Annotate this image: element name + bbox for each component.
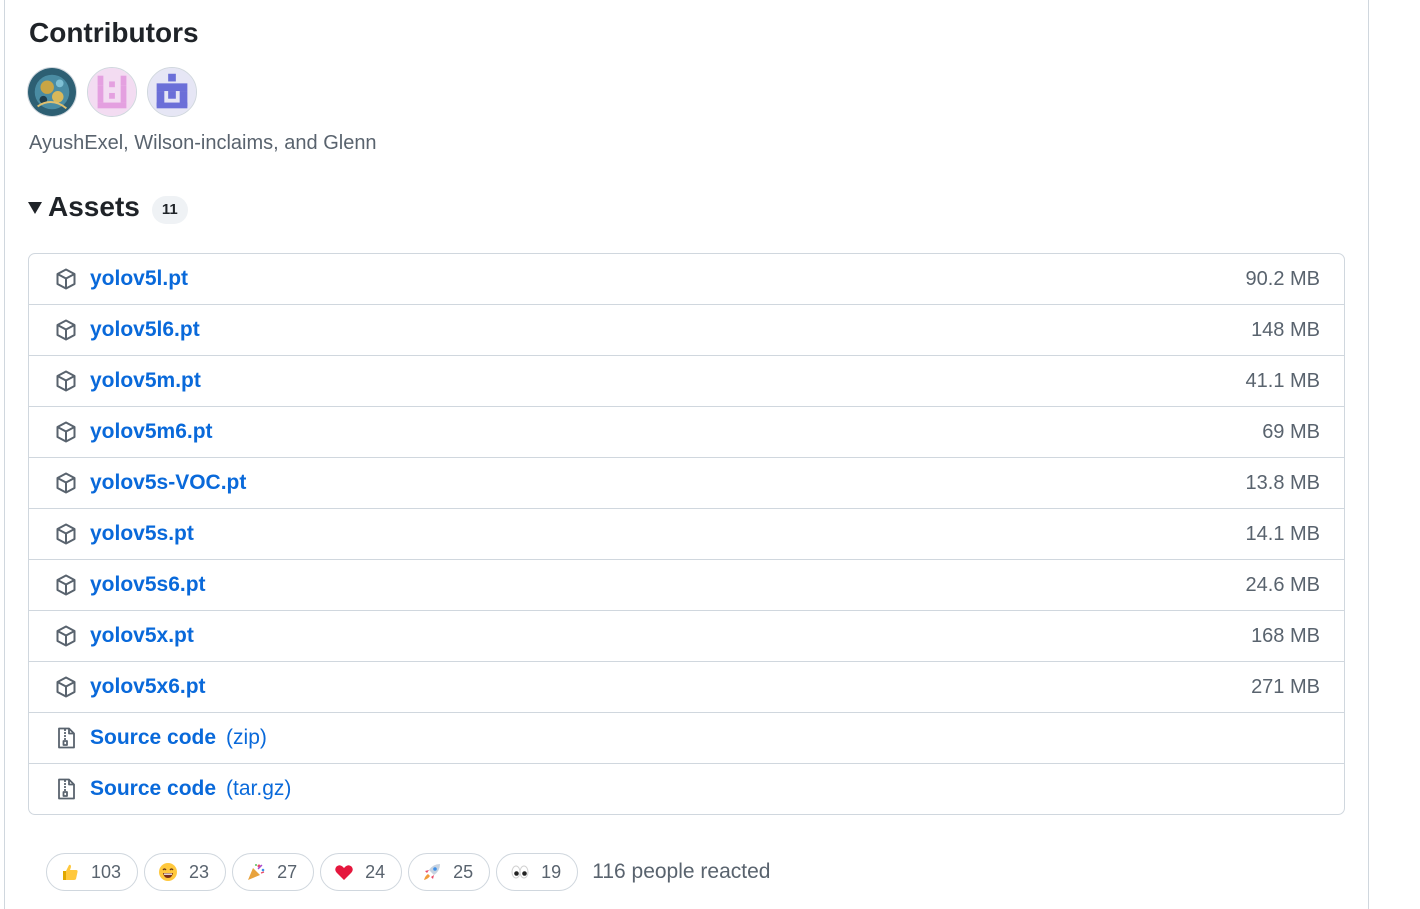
asset-name: yolov5l6.pt <box>90 318 200 341</box>
reaction-count: 19 <box>541 861 562 882</box>
assets-count-badge: 11 <box>151 196 188 224</box>
asset-size: 168 MB <box>1251 624 1320 647</box>
asset-size: 271 MB <box>1251 675 1320 698</box>
asset-row: yolov5m.pt 41.1 MB <box>29 355 1344 406</box>
reaction-button[interactable]: 24 <box>320 853 403 891</box>
assets-heading: Assets <box>48 191 140 222</box>
reaction-count: 103 <box>91 861 122 882</box>
asset-row: yolov5x.pt 168 MB <box>29 610 1344 661</box>
asset-name: yolov5m.pt <box>90 369 201 392</box>
asset-name: yolov5m6.pt <box>90 420 213 443</box>
rocket-icon <box>421 861 443 883</box>
asset-name: yolov5x.pt <box>90 624 194 647</box>
asset-link[interactable]: yolov5s-VOC.pt <box>90 471 246 495</box>
reactions-summary: 116 people reacted <box>592 860 771 883</box>
reaction-button[interactable]: 25 <box>408 853 491 891</box>
contributors-heading: Contributors <box>29 17 199 48</box>
asset-size: 69 MB <box>1262 420 1320 443</box>
package-icon <box>54 522 78 546</box>
reaction-button[interactable]: 23 <box>144 853 227 891</box>
package-icon <box>54 318 78 342</box>
asset-name: yolov5s6.pt <box>90 573 206 596</box>
asset-name: Source code <box>90 726 217 749</box>
asset-row: yolov5s.pt 14.1 MB <box>29 508 1344 559</box>
assets-toggle[interactable]: Assets 11 <box>28 190 188 224</box>
contributors-names: AyushExel, Wilson-inclaims, and Glenn <box>29 132 377 154</box>
asset-row: yolov5x6.pt 271 MB <box>29 661 1344 712</box>
asset-extension: (zip) <box>226 726 267 749</box>
avatar-glenn[interactable] <box>147 67 197 117</box>
reaction-count: 23 <box>189 861 210 882</box>
asset-link[interactable]: yolov5l.pt <box>90 267 188 291</box>
asset-name: yolov5s-VOC.pt <box>90 471 247 494</box>
release-page: Contributors AyushExel, Wilson-inclaims,… <box>0 0 1420 909</box>
asset-extension: (tar.gz) <box>226 777 292 800</box>
asset-row: yolov5s-VOC.pt 13.8 MB <box>29 457 1344 508</box>
asset-size: 148 MB <box>1251 318 1320 341</box>
asset-size: 13.8 MB <box>1245 471 1320 494</box>
asset-size: 90.2 MB <box>1245 267 1320 290</box>
contributor-avatars <box>27 67 197 117</box>
laugh-icon <box>157 861 179 883</box>
package-icon <box>54 573 78 597</box>
asset-row: yolov5l6.pt 148 MB <box>29 304 1344 355</box>
package-icon <box>54 675 78 699</box>
asset-link[interactable]: Source code (tar.gz) <box>90 777 291 801</box>
avatar-wilson-inclaims[interactable] <box>87 67 137 117</box>
asset-name: yolov5l.pt <box>90 267 189 290</box>
thumbs-up-icon <box>59 861 81 883</box>
reaction-count: 24 <box>365 861 386 882</box>
asset-link[interactable]: yolov5l6.pt <box>90 318 200 342</box>
asset-link[interactable]: yolov5s.pt <box>90 522 194 546</box>
caret-down-icon <box>28 202 42 214</box>
asset-size: 24.6 MB <box>1245 573 1320 596</box>
package-icon <box>54 420 78 444</box>
asset-name: yolov5s.pt <box>90 522 194 545</box>
heart-icon <box>333 861 355 883</box>
package-icon <box>54 471 78 495</box>
hooray-icon <box>245 861 267 883</box>
asset-row: Source code (tar.gz) <box>29 763 1344 814</box>
reaction-button[interactable]: 19 <box>496 853 579 891</box>
assets-list: yolov5l.pt 90.2 MB yolov5l6.pt 148 MB yolov5… <box>28 253 1345 815</box>
asset-link[interactable]: yolov5x.pt <box>90 624 194 648</box>
package-icon <box>54 369 78 393</box>
reaction-count: 25 <box>453 861 474 882</box>
asset-link[interactable]: yolov5m6.pt <box>90 420 213 444</box>
asset-size: 14.1 MB <box>1245 522 1320 545</box>
file-zip-icon <box>54 777 78 801</box>
reactions-bar: 103 23 27 24 25 19 116 people reacted <box>46 853 770 891</box>
eyes-icon <box>509 861 531 883</box>
reaction-button[interactable]: 103 <box>46 853 139 891</box>
asset-link[interactable]: yolov5x6.pt <box>90 675 206 699</box>
asset-row: yolov5l.pt 90.2 MB <box>29 254 1344 304</box>
package-icon <box>54 624 78 648</box>
package-icon <box>54 267 78 291</box>
avatar-ayushexel[interactable] <box>27 67 77 117</box>
asset-row: yolov5m6.pt 69 MB <box>29 406 1344 457</box>
file-zip-icon <box>54 726 78 750</box>
asset-row: yolov5s6.pt 24.6 MB <box>29 559 1344 610</box>
asset-link[interactable]: yolov5s6.pt <box>90 573 206 597</box>
asset-link[interactable]: Source code (zip) <box>90 726 267 750</box>
asset-name: yolov5x6.pt <box>90 675 206 698</box>
reaction-button[interactable]: 27 <box>232 853 315 891</box>
asset-name: Source code <box>90 777 217 800</box>
asset-link[interactable]: yolov5m.pt <box>90 369 201 393</box>
asset-row: Source code (zip) <box>29 712 1344 763</box>
reaction-count: 27 <box>277 861 298 882</box>
asset-size: 41.1 MB <box>1245 369 1320 392</box>
